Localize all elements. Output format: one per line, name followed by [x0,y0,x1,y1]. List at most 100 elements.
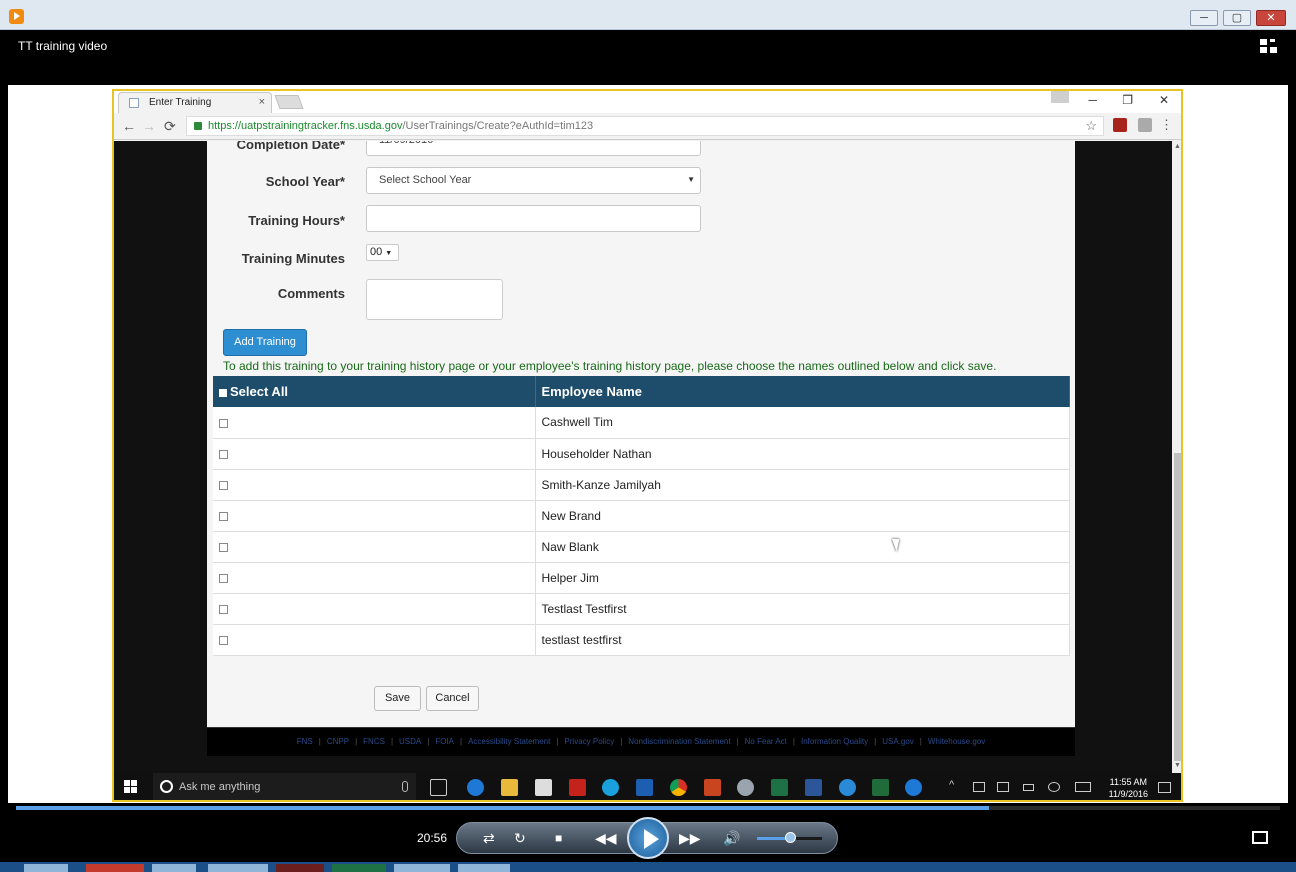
notification-icon[interactable] [1158,782,1171,793]
scroll-thumb[interactable] [1174,453,1181,761]
row-checkbox[interactable] [219,635,228,645]
windows-start-icon[interactable] [124,780,138,794]
row-checkbox[interactable] [219,418,228,428]
taskbar-thumb[interactable] [152,864,196,872]
add-training-button[interactable]: Add Training [223,329,307,356]
scroll-up-icon[interactable]: ▲ [1174,143,1181,150]
acrobat-icon[interactable] [569,779,586,796]
store-icon[interactable] [535,779,552,796]
volume-slider[interactable] [757,832,822,843]
new-tab-button[interactable] [274,95,304,109]
url-input[interactable]: https://uatpstrainingtracker.fns.usda.go… [186,116,1104,136]
browser-minimize-button[interactable]: ─ [1088,93,1097,107]
browser-restore-button[interactable]: ❐ [1122,93,1133,107]
select-all-checkbox[interactable] [219,388,227,397]
taskbar-thumb[interactable] [394,864,450,872]
row-checkbox[interactable] [219,542,228,552]
taskbar-clock[interactable]: 11:55 AM 11/9/2016 [1109,776,1148,800]
player-close-button[interactable]: ✕ [1256,10,1286,26]
reload-icon[interactable]: ⟳ [164,118,176,135]
excel-icon[interactable] [771,779,788,796]
back-arrow-icon[interactable]: ← [122,118,136,134]
network-icon[interactable] [973,782,985,792]
scroll-down-icon[interactable]: ▼ [1174,762,1181,769]
edge-icon[interactable] [467,779,484,796]
rewind-icon[interactable]: ◀◀ [595,830,617,847]
footer-link[interactable]: Whitehouse.gov [928,737,985,746]
training-minutes-select[interactable]: 00 ▼ [366,244,399,261]
volume-icon[interactable]: 🔊 [723,830,740,847]
comments-textarea[interactable] [366,279,503,320]
cancel-button[interactable]: Cancel [426,686,479,711]
row-checkbox[interactable] [219,604,228,614]
pen-icon[interactable] [1048,782,1060,792]
chrome-icon[interactable] [670,779,687,796]
word-icon[interactable] [805,779,822,796]
playlist-grid-icon[interactable] [1260,39,1278,53]
tab-close-icon[interactable]: × [259,96,265,108]
fullscreen-icon[interactable] [1252,831,1268,844]
taskbar-thumb[interactable] [86,864,144,872]
training-hours-input[interactable] [366,205,701,232]
footer-link[interactable]: FOIA [435,737,454,746]
player-maximize-button[interactable]: ▢ [1223,10,1251,26]
forward-arrow-icon[interactable]: → [142,118,156,134]
tray-chevron-icon[interactable]: ^ [949,779,954,791]
browser-close-button[interactable]: ✕ [1159,93,1169,107]
taskbar-thumb[interactable] [24,864,68,872]
row-checkbox[interactable] [219,511,228,521]
cortana-search-box[interactable]: Ask me anything [153,773,416,800]
help-icon[interactable] [905,779,922,796]
footer-link[interactable]: No Fear Act [745,737,787,746]
time-readout: 20:56 [417,831,448,845]
keyboard-icon[interactable] [1075,782,1091,792]
pdf-extension-icon[interactable] [1113,118,1127,132]
footer-link[interactable]: Privacy Policy [564,737,614,746]
select-all-header[interactable]: Select All [213,376,536,407]
footer-link[interactable]: CNPP [327,737,349,746]
taskbar-thumb[interactable] [208,864,268,872]
footer-link[interactable]: FNS [297,737,313,746]
footer-link[interactable]: FNCS [363,737,385,746]
repeat-icon[interactable]: ↻ [514,830,526,847]
shuffle-icon[interactable]: ⇄ [483,830,495,847]
stop-icon[interactable]: ■ [555,831,562,845]
bookmark-star-icon[interactable]: ☆ [1085,118,1097,134]
footer-link[interactable]: USDA [399,737,421,746]
powerpoint-icon[interactable] [704,779,721,796]
fast-forward-icon[interactable]: ▶▶ [679,830,701,847]
footer-link[interactable]: Nondiscrimination Statement [628,737,730,746]
volume-knob[interactable] [785,832,796,843]
play-button[interactable] [627,817,669,859]
taskbar-thumb[interactable] [332,864,386,872]
school-year-select[interactable]: Select School Year ▼ [366,167,701,194]
row-checkbox[interactable] [219,480,228,490]
internet-explorer-icon[interactable] [839,779,856,796]
browser-menu-icon[interactable]: ⋮ [1160,117,1173,133]
volume-muted-icon[interactable] [997,782,1009,792]
battery-icon[interactable] [1023,784,1034,791]
tab-enter-training[interactable]: Enter Training × [118,92,272,113]
outlook-icon[interactable] [636,779,653,796]
row-checkbox[interactable] [219,449,228,459]
row-checkbox[interactable] [219,573,228,583]
taskbar-thumb[interactable] [458,864,510,872]
training-minutes-row: Training Minutes 00 ▼ [207,244,1075,279]
footer-link[interactable]: USA.gov [882,737,914,746]
save-button[interactable]: Save [374,686,421,711]
page-scrollbar[interactable]: ▲ ▼ [1172,141,1181,773]
footer-link[interactable]: Information Quality [801,737,868,746]
extension-icon[interactable] [1138,118,1152,132]
table-row: Smith-Kanze Jamilyah [213,469,1070,501]
skype-icon[interactable] [602,779,619,796]
completion-date-input[interactable]: 11/09/2016 [366,141,701,156]
player-minimize-button[interactable]: ─ [1190,10,1218,26]
taskbar-thumb[interactable] [276,864,324,872]
task-view-icon[interactable] [430,779,447,796]
microphone-icon[interactable] [402,781,408,792]
profile-icon[interactable] [1051,91,1069,103]
footer-link[interactable]: Accessibility Statement [468,737,550,746]
snipping-icon[interactable] [737,779,754,796]
project-icon[interactable] [872,779,889,796]
file-explorer-icon[interactable] [501,779,518,796]
